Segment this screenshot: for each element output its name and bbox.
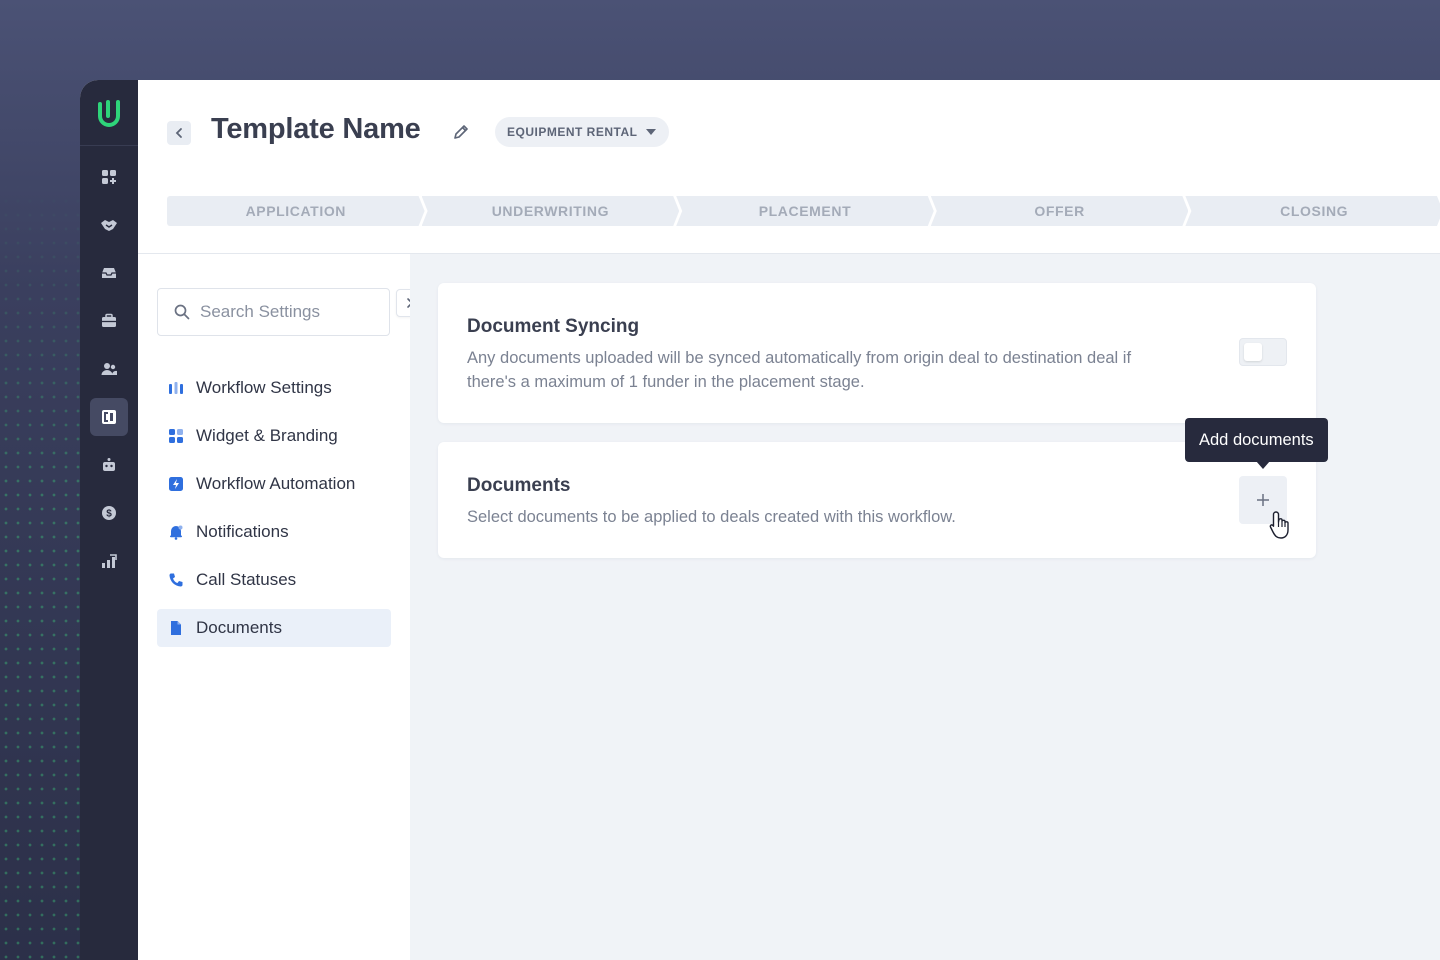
- add-documents-tooltip: Add documents: [1185, 418, 1328, 462]
- stage-offer[interactable]: OFFER: [931, 196, 1189, 226]
- card-description: Select documents to be applied to deals …: [467, 508, 956, 526]
- stage-pipeline: APPLICATION UNDERWRITING PLACEMENT OFFER…: [167, 196, 1440, 226]
- dashboard-icon: [102, 170, 116, 184]
- search-box: [157, 288, 390, 336]
- stage-underwriting[interactable]: UNDERWRITING: [422, 196, 680, 226]
- background-dot-pattern: [0, 180, 80, 960]
- back-button[interactable]: [167, 121, 191, 145]
- handshake-icon: [101, 220, 117, 231]
- stage-application[interactable]: APPLICATION: [167, 196, 425, 226]
- nav-item-label: Widget & Branding: [196, 426, 338, 445]
- workflow-type-dropdown[interactable]: EQUIPMENT RENTAL: [495, 117, 670, 147]
- card-title: Document Syncing: [467, 316, 640, 337]
- brand-logo[interactable]: [80, 80, 138, 146]
- stage-closing[interactable]: CLOSING: [1185, 196, 1440, 226]
- workflow-icon: [102, 410, 116, 424]
- app-window: $ Template Name EQUIPMENT RENTAL APPLICA…: [80, 80, 1440, 960]
- caret-down-icon: [646, 129, 657, 135]
- toggle-knob: [1244, 343, 1262, 361]
- main-area: Template Name EQUIPMENT RENTAL APPLICATI…: [138, 80, 1440, 960]
- settings-nav-list: Workflow Settings Widget & Branding Work…: [157, 369, 391, 647]
- widget-icon: [169, 429, 183, 443]
- sidebar-rail: $: [80, 80, 138, 960]
- svg-text:$: $: [106, 509, 112, 520]
- logo-icon: [98, 99, 120, 127]
- nav-item-documents[interactable]: Documents: [157, 609, 391, 647]
- phone-icon: [169, 573, 183, 587]
- users-icon: [101, 363, 117, 375]
- nav-item-label: Workflow Automation: [196, 474, 356, 493]
- search-icon: [174, 304, 190, 320]
- workflow-settings-icon: [169, 382, 183, 394]
- inbox-icon: [102, 268, 116, 278]
- document-syncing-card: Document Syncing Any documents uploaded …: [438, 283, 1316, 423]
- document-icon: [171, 621, 181, 635]
- rail-analytics[interactable]: [90, 542, 128, 580]
- document-syncing-toggle[interactable]: [1239, 338, 1287, 366]
- rail-deals[interactable]: [90, 206, 128, 244]
- settings-sidebar: Workflow Settings Widget & Branding Work…: [138, 254, 424, 960]
- dollar-icon: $: [102, 506, 116, 520]
- rail-billing[interactable]: $: [90, 494, 128, 532]
- briefcase-icon: [102, 313, 116, 327]
- rail-contacts[interactable]: [90, 350, 128, 388]
- rail-workflows[interactable]: [90, 398, 128, 436]
- card-description: Any documents uploaded will be synced au…: [467, 349, 1132, 391]
- nav-item-label: Call Statuses: [196, 570, 297, 589]
- nav-item-notifications[interactable]: Notifications: [157, 513, 391, 551]
- search-input[interactable]: [200, 302, 370, 322]
- bell-icon: [170, 525, 183, 540]
- nav-item-widget-branding[interactable]: Widget & Branding: [157, 417, 391, 455]
- nav-item-workflow-settings[interactable]: Workflow Settings: [157, 369, 391, 407]
- tooltip-arrow: [1256, 461, 1270, 469]
- settings-content: Document Syncing Any documents uploaded …: [410, 254, 1440, 960]
- stage-placement[interactable]: PLACEMENT: [676, 196, 934, 226]
- pencil-icon[interactable]: [452, 123, 470, 141]
- rail-dashboard[interactable]: [90, 158, 128, 196]
- nav-item-call-statuses[interactable]: Call Statuses: [157, 561, 391, 599]
- chevron-left-icon: [175, 128, 182, 138]
- nav-item-label: Workflow Settings: [196, 378, 332, 397]
- nav-item-label: Notifications: [196, 522, 289, 541]
- rail-bot[interactable]: [90, 446, 128, 484]
- card-title: Documents: [467, 475, 571, 496]
- page-title: Template Name: [211, 113, 421, 145]
- analytics-icon: [102, 554, 117, 568]
- body-row: Workflow Settings Widget & Branding Work…: [138, 254, 1440, 960]
- rail-briefcase[interactable]: [90, 302, 128, 340]
- workflow-type-label: EQUIPMENT RENTAL: [507, 125, 638, 139]
- rail-inbox[interactable]: [90, 254, 128, 292]
- page-header: Template Name EQUIPMENT RENTAL APPLICATI…: [138, 80, 1440, 254]
- bot-icon: [103, 458, 115, 471]
- plus-icon: [1257, 494, 1269, 506]
- automation-icon: [169, 477, 183, 491]
- nav-item-workflow-automation[interactable]: Workflow Automation: [157, 465, 391, 503]
- hand-cursor-icon: [1269, 511, 1289, 539]
- nav-item-label: Documents: [196, 618, 282, 637]
